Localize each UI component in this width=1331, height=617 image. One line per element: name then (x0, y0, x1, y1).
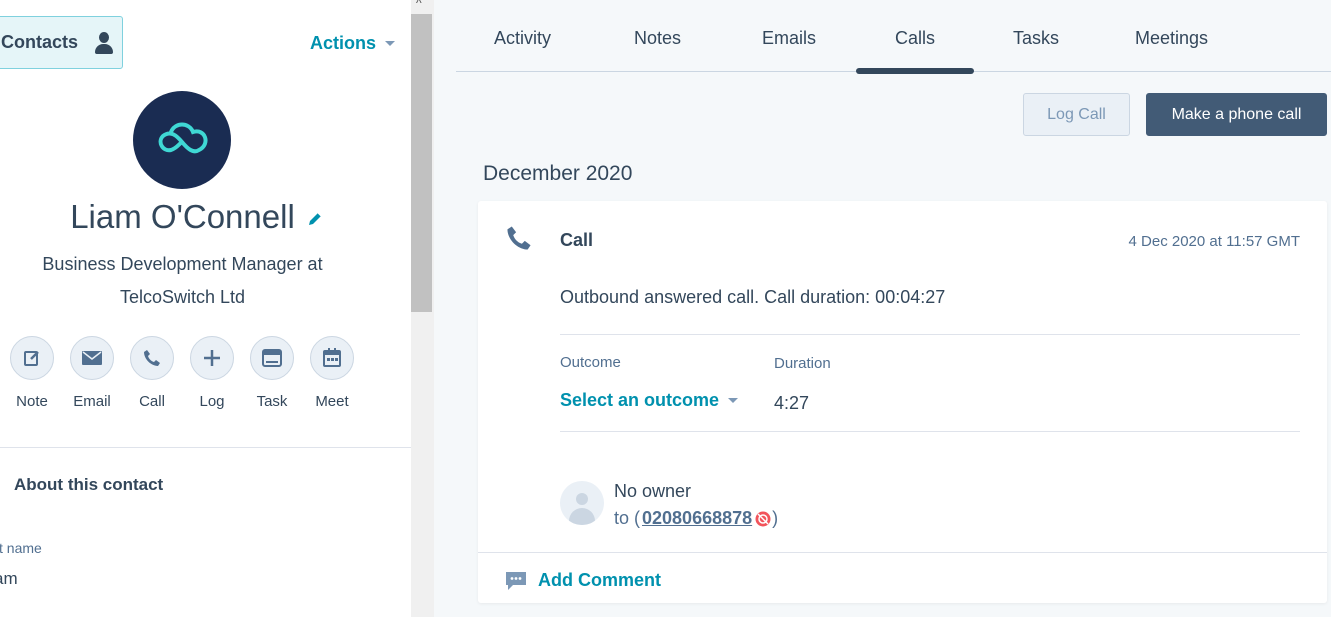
quick-action-note[interactable]: Note (2, 336, 62, 410)
first-name-label: st name (0, 540, 42, 556)
job-line-1: Business Development Manager at (42, 254, 323, 274)
note-button[interactable] (10, 336, 54, 380)
to-prefix: to ( (614, 508, 641, 528)
quick-action-log[interactable]: Log (182, 336, 242, 410)
quick-action-call[interactable]: Call (122, 336, 182, 410)
first-name-value[interactable]: am (0, 569, 18, 589)
meet-button[interactable] (310, 336, 354, 380)
caret-down-icon (385, 41, 396, 46)
add-comment-label: Add Comment (538, 570, 661, 590)
actions-label: Actions (310, 33, 377, 53)
email-label: Email (73, 393, 111, 410)
contact-sidebar: Contacts Actions Liam O'Connell Business… (0, 0, 411, 617)
card-divider (560, 334, 1300, 335)
tab-emails[interactable]: Emails (762, 28, 816, 49)
tab-tasks[interactable]: Tasks (1013, 28, 1059, 49)
log-call-button[interactable]: Log Call (1023, 93, 1130, 136)
call-label: Call (139, 393, 165, 410)
scroll-up-arrow-icon[interactable]: ^ (416, 0, 422, 10)
phone-number-link[interactable]: 02080668878 (642, 508, 752, 529)
call-icon (144, 350, 160, 366)
contact-job-title: Business Development Manager at TelcoSwi… (0, 248, 365, 314)
outcome-label: Outcome (560, 354, 621, 371)
cloud-logo-icon (158, 122, 208, 154)
meet-label: Meet (315, 393, 349, 410)
call-title[interactable]: Call (560, 230, 593, 251)
tab-meetings[interactable]: Meetings (1135, 28, 1208, 49)
add-comment-button[interactable]: Add Comment (505, 570, 661, 591)
actions-dropdown[interactable]: Actions (310, 33, 396, 54)
task-button[interactable] (250, 336, 294, 380)
month-heading: December 2020 (483, 162, 633, 185)
caret-down-icon (728, 398, 739, 403)
note-label: Note (16, 393, 48, 410)
tab-notes[interactable]: Notes (634, 28, 681, 49)
make-phone-call-button[interactable]: Make a phone call (1146, 93, 1327, 136)
scrollbar-thumb[interactable] (411, 14, 432, 312)
edit-pencil-icon[interactable] (306, 210, 324, 228)
person-icon (94, 31, 114, 55)
log-button[interactable] (190, 336, 234, 380)
outcome-select[interactable]: Select an outcome (560, 390, 739, 411)
email-button[interactable] (70, 336, 114, 380)
quick-action-meet[interactable]: Meet (302, 336, 362, 410)
job-line-2: TelcoSwitch Ltd (119, 287, 246, 307)
duration-label: Duration (774, 355, 831, 372)
company-logo-avatar (133, 91, 231, 189)
sidebar-scrollbar[interactable]: ^ (411, 0, 434, 617)
contacts-back-button[interactable]: Contacts (0, 16, 123, 69)
no-call-icon (755, 511, 771, 526)
quick-action-task[interactable]: Task (242, 336, 302, 410)
call-button[interactable] (130, 336, 174, 380)
task-label: Task (256, 393, 288, 410)
card-divider (560, 431, 1300, 432)
card-divider (478, 552, 1327, 553)
owner-avatar (560, 481, 604, 525)
call-to-number: to ( 02080668878 ) (614, 508, 778, 529)
call-timestamp: 4 Dec 2020 at 11:57 GMT (1128, 233, 1300, 250)
plus-icon (204, 350, 220, 366)
call-card: Call 4 Dec 2020 at 11:57 GMT Outbound an… (478, 201, 1327, 603)
call-description: Outbound answered call. Call duration: 0… (560, 287, 946, 307)
tab-calls[interactable]: Calls (895, 28, 935, 49)
contacts-back-label: Contacts (1, 32, 79, 52)
task-icon (262, 349, 282, 367)
phone-icon (507, 226, 531, 250)
tab-activity[interactable]: Activity (494, 28, 551, 49)
to-suffix: ) (772, 508, 779, 528)
owner-name: No owner (614, 481, 692, 501)
about-contact-heading[interactable]: About this contact (14, 475, 163, 495)
active-tab-indicator (856, 68, 974, 74)
log-label: Log (199, 393, 225, 410)
calendar-icon (323, 348, 341, 367)
quick-action-email[interactable]: Email (62, 336, 122, 410)
outcome-select-value: Select an outcome (560, 390, 720, 410)
email-icon (82, 351, 102, 365)
note-icon (24, 351, 39, 366)
comment-icon (506, 571, 526, 590)
activity-tabs: Activity Notes Emails Calls Tasks Meetin… (456, 0, 1331, 72)
duration-value[interactable]: 4:27 (774, 393, 809, 414)
sidebar-divider (0, 447, 411, 448)
